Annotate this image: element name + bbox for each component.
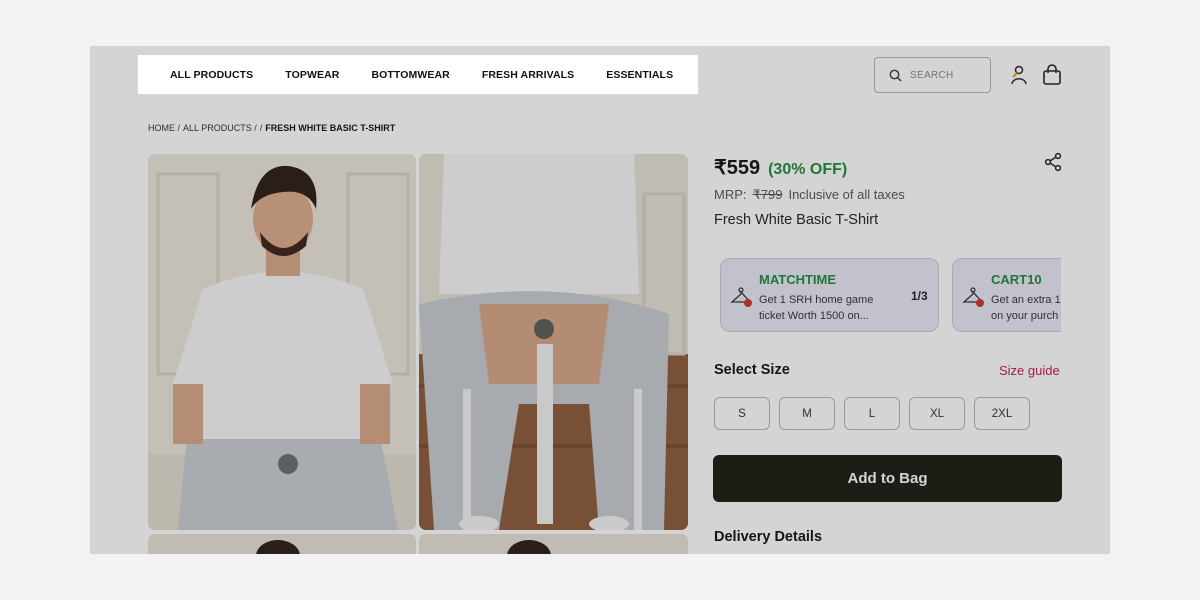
breadcrumb-separator: /	[259, 123, 263, 133]
model-image-partial	[507, 540, 551, 554]
mrp-value: ₹799	[752, 187, 783, 202]
price-row: ₹559 (30% OFF)	[714, 155, 847, 180]
offer-description: Get an extra 1 on your purch	[991, 292, 1061, 324]
model-image-partial	[256, 540, 300, 554]
size-option-l[interactable]: L	[844, 397, 900, 430]
search-icon	[889, 69, 902, 81]
offer-code: MATCHTIME	[759, 272, 837, 287]
discount-badge: (30% OFF)	[768, 161, 848, 178]
search-input[interactable]: SEARCH	[874, 57, 991, 93]
product-image-4[interactable]	[419, 534, 688, 554]
nav-item-topwear[interactable]: TOPWEAR	[285, 69, 339, 81]
size-option-m[interactable]: M	[779, 397, 835, 430]
size-option-xl[interactable]: XL	[909, 397, 965, 430]
offer-desc-line: ticket Worth 1500 on...	[759, 310, 869, 322]
breadcrumb-current: FRESH WHITE BASIC T-SHIRT	[265, 123, 396, 133]
hanger-icon	[962, 287, 984, 307]
delivery-details-heading: Delivery Details	[714, 529, 823, 545]
select-size-heading: Select Size	[714, 362, 790, 378]
mrp-row: MRP: ₹799 Inclusive of all taxes	[714, 187, 905, 203]
tax-note: Inclusive of all taxes	[788, 187, 905, 202]
offer-code: CART10	[991, 272, 1042, 287]
offers-carousel: MATCHTIME Get 1 SRH home game ticket Wor…	[720, 246, 1061, 346]
model-seated-closeup-image	[419, 154, 688, 530]
offer-counter: 1/3	[911, 289, 928, 303]
main-nav: ALL PRODUCTS TOPWEAR BOTTOMWEAR FRESH AR…	[138, 55, 698, 94]
model-seated-front-image	[148, 154, 416, 530]
bag-icon[interactable]	[1041, 64, 1063, 86]
mrp-label: MRP:	[714, 187, 747, 202]
product-page: SEARCH HOME / ALL PRODUCTS / / FRESH WHI…	[90, 46, 1110, 554]
breadcrumb-home[interactable]: HOME /	[148, 123, 180, 133]
offer-desc-line: Get 1 SRH home game	[759, 294, 874, 306]
offer-desc-line: on your purch	[991, 310, 1059, 322]
selling-price: ₹559	[714, 157, 761, 179]
breadcrumb-all-products[interactable]: ALL PRODUCTS /	[183, 123, 257, 133]
product-title: Fresh White Basic T-Shirt	[714, 212, 879, 228]
add-to-bag-button[interactable]: Add to Bag	[713, 455, 1062, 502]
product-image-2[interactable]	[419, 154, 688, 530]
share-icon[interactable]	[1043, 152, 1063, 172]
offer-desc-line: Get an extra 1	[991, 294, 1061, 306]
nav-item-essentials[interactable]: ESSENTIALS	[606, 69, 673, 81]
offer-card[interactable]: CART10 Get an extra 1 on your purch	[952, 258, 1061, 332]
user-icon[interactable]	[1008, 64, 1030, 86]
hanger-icon	[730, 287, 752, 307]
size-guide-link[interactable]: Size guide	[999, 363, 1060, 378]
nav-item-all-products[interactable]: ALL PRODUCTS	[170, 69, 253, 81]
product-image-1[interactable]	[148, 154, 416, 530]
nav-item-bottomwear[interactable]: BOTTOMWEAR	[371, 69, 449, 81]
nav-item-fresh-arrivals[interactable]: FRESH ARRIVALS	[482, 69, 574, 81]
search-placeholder: SEARCH	[910, 69, 954, 81]
size-option-2xl[interactable]: 2XL	[974, 397, 1030, 430]
size-option-s[interactable]: S	[714, 397, 770, 430]
breadcrumb: HOME / ALL PRODUCTS / / FRESH WHITE BASI…	[148, 123, 395, 133]
page-content: SEARCH HOME / ALL PRODUCTS / / FRESH WHI…	[90, 46, 1110, 554]
offer-description: Get 1 SRH home game ticket Worth 1500 on…	[759, 292, 894, 324]
product-image-3[interactable]	[148, 534, 416, 554]
offer-card[interactable]: MATCHTIME Get 1 SRH home game ticket Wor…	[720, 258, 939, 332]
